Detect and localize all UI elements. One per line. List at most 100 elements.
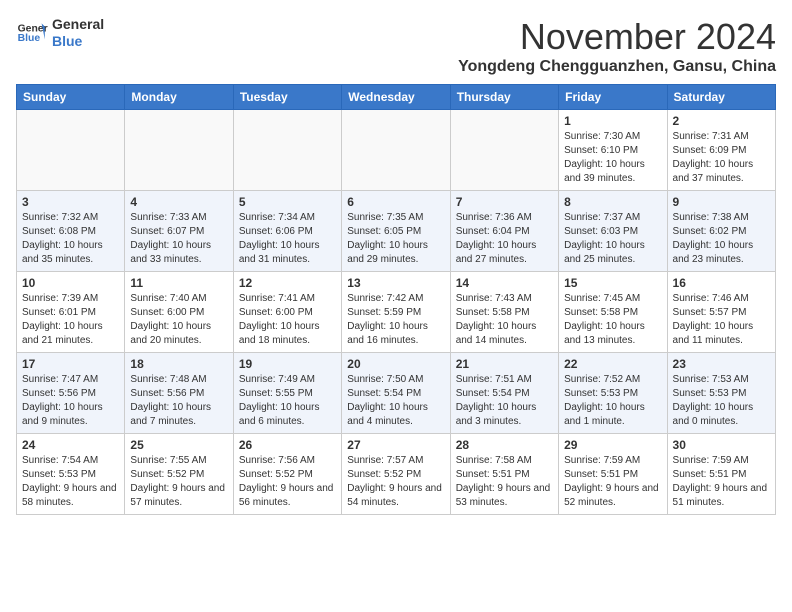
calendar-cell: 17 Sunrise: 7:47 AMSunset: 5:56 PMDayligh… — [17, 353, 125, 434]
weekday-header-tuesday: Tuesday — [233, 85, 341, 110]
weekday-header-saturday: Saturday — [667, 85, 775, 110]
logo: General Blue General Blue — [16, 16, 104, 50]
calendar-cell: 18 Sunrise: 7:48 AMSunset: 5:56 PMDayligh… — [125, 353, 233, 434]
logo-icon: General Blue — [16, 17, 48, 49]
calendar-cell: 3 Sunrise: 7:32 AMSunset: 6:08 PMDaylight… — [17, 191, 125, 272]
day-number: 12 — [239, 276, 336, 290]
calendar-cell — [450, 110, 558, 191]
day-info: Sunrise: 7:46 AMSunset: 5:57 PMDaylight:… — [673, 292, 770, 348]
calendar-cell: 4Sunrise: 7:33 AMSunset: 6:07 PMDaylight… — [125, 191, 233, 272]
calendar-cell — [233, 110, 341, 191]
day-info: Sunrise: 7:48 AMSunset: 5:56 PMDaylight:… — [130, 373, 227, 429]
day-number: 26 — [239, 438, 336, 452]
calendar-cell: 8 Sunrise: 7:37 AMSunset: 6:03 PMDaylight… — [559, 191, 667, 272]
day-info: Sunrise: 7:31 AMSunset: 6:09 PMDaylight:… — [673, 130, 770, 186]
calendar-cell: 20 Sunrise: 7:50 AMSunset: 5:54 PMDayligh… — [342, 353, 450, 434]
calendar: SundayMondayTuesdayWednesdayThursdayFrid… — [16, 84, 776, 515]
calendar-cell: 2 Sunrise: 7:31 AMSunset: 6:09 PMDaylight… — [667, 110, 775, 191]
day-number: 21 — [456, 357, 553, 371]
day-number: 20 — [347, 357, 444, 371]
page-header: General Blue General Blue November 2024 … — [16, 16, 776, 76]
day-info: Sunrise: 7:35 AMSunset: 6:05 PMDaylight:… — [347, 211, 444, 267]
day-number: 9 — [673, 195, 770, 209]
logo-line2: Blue — [52, 33, 104, 50]
day-info: Sunrise: 7:49 AMSunset: 5:55 PMDaylight:… — [239, 373, 336, 429]
day-info: Sunrise: 7:51 AMSunset: 5:54 PMDaylight:… — [456, 373, 553, 429]
calendar-cell: 29 Sunrise: 7:59 AMSunset: 5:51 PMDayligh… — [559, 434, 667, 515]
logo-line1: General — [52, 16, 104, 33]
day-info: Sunrise: 7:55 AMSunset: 5:52 PMDaylight:… — [130, 454, 227, 510]
calendar-cell: 21 Sunrise: 7:51 AMSunset: 5:54 PMDayligh… — [450, 353, 558, 434]
day-info: Sunrise: 7:58 AMSunset: 5:51 PMDaylight:… — [456, 454, 553, 510]
calendar-cell: 5Sunrise: 7:34 AMSunset: 6:06 PMDaylight… — [233, 191, 341, 272]
calendar-cell: 10Sunrise: 7:39 AMSunset: 6:01 PMDayligh… — [17, 272, 125, 353]
day-info: Sunrise: 7:57 AMSunset: 5:52 PMDaylight:… — [347, 454, 444, 510]
day-info: Sunrise: 7:40 AMSunset: 6:00 PMDaylight:… — [130, 292, 227, 348]
day-number: 23 — [673, 357, 770, 371]
day-number: 14 — [456, 276, 553, 290]
day-number: 3 — [22, 195, 119, 209]
day-info: Sunrise: 7:47 AMSunset: 5:56 PMDaylight:… — [22, 373, 119, 429]
day-info: Sunrise: 7:56 AMSunset: 5:52 PMDaylight:… — [239, 454, 336, 510]
calendar-week-row: 24Sunrise: 7:54 AMSunset: 5:53 PMDayligh… — [17, 434, 776, 515]
calendar-cell: 24Sunrise: 7:54 AMSunset: 5:53 PMDayligh… — [17, 434, 125, 515]
weekday-header-friday: Friday — [559, 85, 667, 110]
calendar-cell: 28 Sunrise: 7:58 AMSunset: 5:51 PMDayligh… — [450, 434, 558, 515]
day-number: 13 — [347, 276, 444, 290]
calendar-cell — [125, 110, 233, 191]
calendar-cell: 23 Sunrise: 7:53 AMSunset: 5:53 PMDayligh… — [667, 353, 775, 434]
day-number: 29 — [564, 438, 661, 452]
calendar-cell: 25 Sunrise: 7:55 AMSunset: 5:52 PMDayligh… — [125, 434, 233, 515]
day-number: 2 — [673, 114, 770, 128]
day-info: Sunrise: 7:59 AMSunset: 5:51 PMDaylight:… — [564, 454, 661, 510]
calendar-cell — [17, 110, 125, 191]
calendar-cell: 15Sunrise: 7:45 AMSunset: 5:58 PMDayligh… — [559, 272, 667, 353]
calendar-cell: 12Sunrise: 7:41 AMSunset: 6:00 PMDayligh… — [233, 272, 341, 353]
calendar-cell: 30 Sunrise: 7:59 AMSunset: 5:51 PMDayligh… — [667, 434, 775, 515]
day-number: 19 — [239, 357, 336, 371]
calendar-week-row: 1Sunrise: 7:30 AMSunset: 6:10 PMDaylight… — [17, 110, 776, 191]
calendar-cell — [342, 110, 450, 191]
day-number: 27 — [347, 438, 444, 452]
calendar-week-row: 3 Sunrise: 7:32 AMSunset: 6:08 PMDaylight… — [17, 191, 776, 272]
month-title: November 2024 — [458, 16, 776, 58]
day-number: 16 — [673, 276, 770, 290]
day-info: Sunrise: 7:38 AMSunset: 6:02 PMDaylight:… — [673, 211, 770, 267]
day-number: 18 — [130, 357, 227, 371]
weekday-header-sunday: Sunday — [17, 85, 125, 110]
day-info: Sunrise: 7:53 AMSunset: 5:53 PMDaylight:… — [673, 373, 770, 429]
day-number: 30 — [673, 438, 770, 452]
day-number: 6 — [347, 195, 444, 209]
day-number: 11 — [130, 276, 227, 290]
calendar-cell: 1Sunrise: 7:30 AMSunset: 6:10 PMDaylight… — [559, 110, 667, 191]
day-info: Sunrise: 7:37 AMSunset: 6:03 PMDaylight:… — [564, 211, 661, 267]
day-number: 28 — [456, 438, 553, 452]
weekday-header-wednesday: Wednesday — [342, 85, 450, 110]
day-info: Sunrise: 7:54 AMSunset: 5:53 PMDaylight:… — [22, 454, 119, 510]
day-info: Sunrise: 7:50 AMSunset: 5:54 PMDaylight:… — [347, 373, 444, 429]
calendar-header-row: SundayMondayTuesdayWednesdayThursdayFrid… — [17, 85, 776, 110]
calendar-cell: 16 Sunrise: 7:46 AMSunset: 5:57 PMDayligh… — [667, 272, 775, 353]
day-number: 17 — [22, 357, 119, 371]
day-info: Sunrise: 7:43 AMSunset: 5:58 PMDaylight:… — [456, 292, 553, 348]
calendar-week-row: 17 Sunrise: 7:47 AMSunset: 5:56 PMDayligh… — [17, 353, 776, 434]
calendar-cell: 9 Sunrise: 7:38 AMSunset: 6:02 PMDaylight… — [667, 191, 775, 272]
calendar-cell: 26 Sunrise: 7:56 AMSunset: 5:52 PMDayligh… — [233, 434, 341, 515]
calendar-cell: 6 Sunrise: 7:35 AMSunset: 6:05 PMDaylight… — [342, 191, 450, 272]
calendar-cell: 14 Sunrise: 7:43 AMSunset: 5:58 PMDayligh… — [450, 272, 558, 353]
calendar-cell: 13 Sunrise: 7:42 AMSunset: 5:59 PMDayligh… — [342, 272, 450, 353]
day-info: Sunrise: 7:36 AMSunset: 6:04 PMDaylight:… — [456, 211, 553, 267]
day-number: 15 — [564, 276, 661, 290]
day-info: Sunrise: 7:42 AMSunset: 5:59 PMDaylight:… — [347, 292, 444, 348]
day-info: Sunrise: 7:34 AMSunset: 6:06 PMDaylight:… — [239, 211, 336, 267]
day-info: Sunrise: 7:59 AMSunset: 5:51 PMDaylight:… — [673, 454, 770, 510]
svg-text:Blue: Blue — [18, 33, 41, 44]
title-block: November 2024 Yongdeng Chengguanzhen, Ga… — [458, 16, 776, 76]
weekday-header-thursday: Thursday — [450, 85, 558, 110]
day-number: 10 — [22, 276, 119, 290]
day-number: 8 — [564, 195, 661, 209]
day-info: Sunrise: 7:32 AMSunset: 6:08 PMDaylight:… — [22, 211, 119, 267]
day-number: 7 — [456, 195, 553, 209]
day-number: 25 — [130, 438, 227, 452]
day-number: 1 — [564, 114, 661, 128]
